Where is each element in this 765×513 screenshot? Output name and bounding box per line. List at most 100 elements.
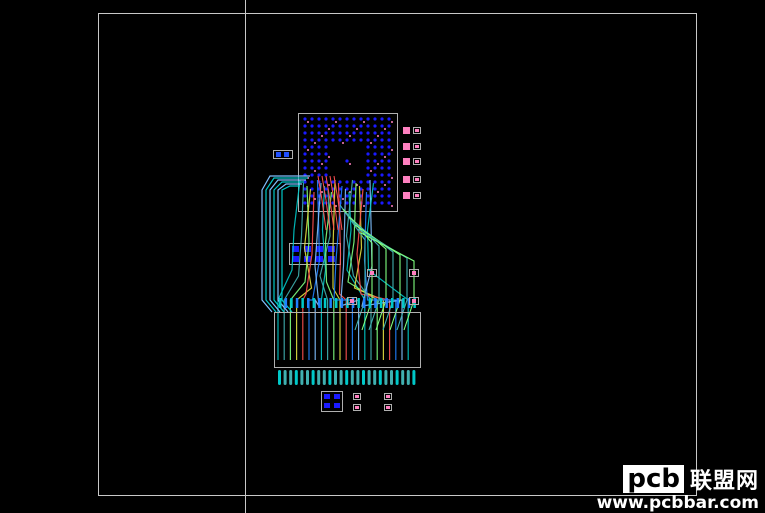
pin <box>378 370 382 385</box>
via <box>380 124 384 128</box>
via <box>331 138 335 142</box>
via <box>352 138 356 142</box>
pin <box>290 298 293 308</box>
pad <box>386 406 390 409</box>
pin <box>328 370 332 385</box>
via <box>363 121 365 123</box>
via <box>370 142 372 144</box>
via <box>328 184 330 186</box>
via <box>331 180 335 184</box>
pad <box>334 403 340 408</box>
pad <box>324 394 330 399</box>
via <box>328 156 330 158</box>
via <box>352 124 356 128</box>
via <box>338 124 342 128</box>
via <box>366 117 370 121</box>
via <box>303 145 307 149</box>
pin <box>278 370 281 385</box>
via <box>342 198 344 200</box>
via <box>366 152 370 156</box>
pin <box>317 370 321 385</box>
pin <box>306 370 309 385</box>
via <box>366 180 370 184</box>
pin <box>340 298 344 308</box>
pin <box>357 298 360 308</box>
pin <box>390 370 393 385</box>
via <box>387 159 391 163</box>
pin <box>345 370 349 385</box>
via <box>391 121 393 123</box>
via <box>345 159 349 163</box>
via <box>345 117 349 121</box>
via <box>345 138 349 142</box>
via <box>377 191 379 193</box>
pin <box>401 370 405 385</box>
pcb-layout-canvas[interactable] <box>0 0 765 513</box>
via <box>317 117 321 121</box>
via <box>349 135 351 137</box>
pin <box>311 370 315 385</box>
via <box>324 131 328 135</box>
via <box>303 159 307 163</box>
pin <box>379 298 383 308</box>
via <box>391 205 393 207</box>
via <box>366 159 370 163</box>
via <box>303 138 307 142</box>
via <box>303 131 307 135</box>
pad <box>415 160 419 163</box>
via <box>345 201 349 205</box>
via <box>387 145 391 149</box>
via <box>303 117 307 121</box>
via <box>366 187 370 191</box>
via <box>303 201 307 205</box>
via <box>359 180 363 184</box>
pin <box>362 370 365 385</box>
via <box>366 173 370 177</box>
via <box>303 124 307 128</box>
via <box>352 187 356 191</box>
via <box>380 166 384 170</box>
via <box>387 180 391 184</box>
pad <box>328 256 335 262</box>
trace <box>289 185 310 360</box>
small-chip-pad <box>276 152 281 157</box>
pin <box>301 298 304 308</box>
via <box>307 121 309 123</box>
pad <box>412 299 416 303</box>
via <box>310 152 314 156</box>
pad <box>415 194 419 197</box>
via <box>373 194 377 198</box>
via <box>321 163 323 165</box>
via <box>380 152 384 156</box>
via <box>331 131 335 135</box>
watermark-url: www.pcbbar.com <box>596 493 759 513</box>
via <box>366 124 370 128</box>
board-outline <box>98 13 697 496</box>
via <box>356 128 358 130</box>
via <box>387 152 391 156</box>
pin <box>368 298 372 308</box>
pin <box>335 298 338 308</box>
pin <box>318 298 321 308</box>
via <box>373 138 377 142</box>
pad <box>355 406 359 409</box>
pad <box>328 246 335 252</box>
pad <box>370 271 374 275</box>
via <box>373 201 377 205</box>
pin <box>412 370 416 385</box>
via <box>317 131 321 135</box>
via <box>345 131 349 135</box>
pad <box>415 145 419 148</box>
via <box>380 138 384 142</box>
via <box>387 173 391 177</box>
pin <box>406 370 410 385</box>
via <box>338 131 342 135</box>
via <box>359 131 363 135</box>
via <box>380 173 384 177</box>
pin <box>373 370 377 385</box>
pin <box>356 370 360 385</box>
via <box>310 117 314 121</box>
via <box>387 138 391 142</box>
via <box>359 117 363 121</box>
via <box>373 173 377 177</box>
